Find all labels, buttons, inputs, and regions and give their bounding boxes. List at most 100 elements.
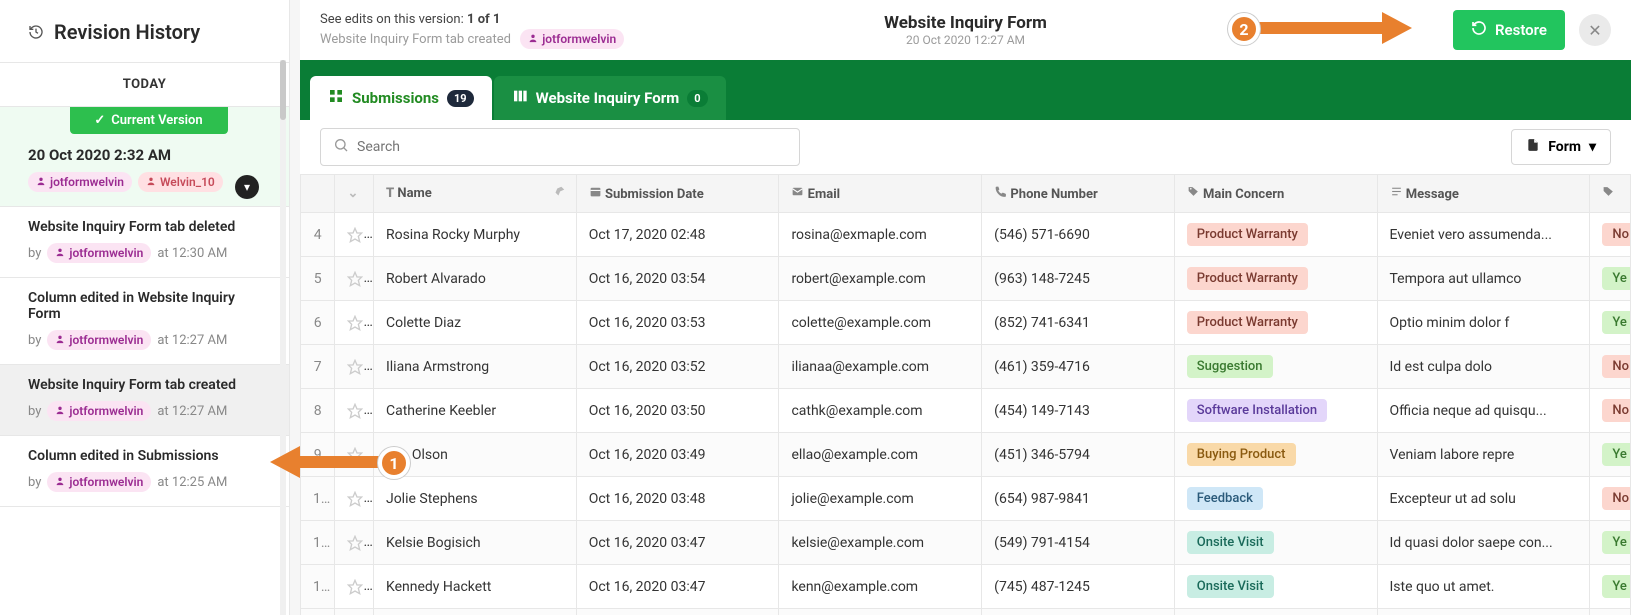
user-pill[interactable]: jotformwelvin [47,401,151,421]
cell-name: Owen Johnson [373,609,576,615]
cell-date: Oct 16, 2020 03:54 [576,257,779,301]
table-row[interactable]: 13 Owen Johnson Oct 16, 2020 03:46 owen@… [301,609,1631,615]
row-number: 8 [301,389,335,433]
cell-date: Oct 16, 2020 03:48 [576,477,779,521]
cell-date: Oct 17, 2020 02:48 [576,213,779,257]
cell-date: Oct 16, 2020 03:46 [576,609,779,615]
cell-phone: (461) 359-4716 [982,345,1175,389]
revision-by: by jotformwelvin at 12:30 AM [28,243,269,263]
extra-tag: Ye [1602,443,1630,466]
restore-button[interactable]: Restore [1453,10,1565,50]
table-row[interactable]: 11 Kelsie Bogisich Oct 16, 2020 03:47 ke… [301,521,1631,565]
table-row[interactable]: 8 Catherine Keebler Oct 16, 2020 03:50 c… [301,389,1631,433]
revision-item[interactable]: Website Inquiry Form tab deleted by jotf… [0,207,289,278]
user-pill[interactable]: Welvin_10 [138,172,223,192]
col-phone[interactable]: Phone Number [982,175,1175,213]
revision-item[interactable]: Website Inquiry Form tab created by jotf… [0,365,289,436]
concern-tag: Onsite Visit [1187,575,1274,598]
col-name[interactable]: T Name [373,175,576,213]
pin-icon[interactable] [552,185,566,203]
cell-date: Oct 16, 2020 03:50 [576,389,779,433]
col-extra[interactable] [1590,175,1631,213]
mail-icon [791,187,804,202]
by-label: by [28,475,41,490]
extra-tag: Ye [1602,531,1630,554]
revision-item[interactable]: Column edited in Website Inquiry Form by… [0,278,289,365]
col-concern[interactable]: Main Concern [1174,175,1377,213]
table-row[interactable]: 12 Kennedy Hackett Oct 16, 2020 03:47 ke… [301,565,1631,609]
cell-name: Jolie Stephens [373,477,576,521]
cell-phone: (745) 487-1245 [982,565,1175,609]
user-pill[interactable]: jotformwelvin [47,472,151,492]
cell-concern: Product Warranty [1174,301,1377,345]
tab-submissions[interactable]: Submissions 19 [310,76,492,120]
table-row[interactable]: 5 Robert Alvarado Oct 16, 2020 03:54 rob… [301,257,1631,301]
sidebar-scrollbar[interactable] [280,60,286,615]
cell-email: jolie@example.com [779,477,982,521]
cell-message: Tempora aut ullamco [1377,257,1590,301]
col-label: Phone Number [1010,187,1097,202]
revision-title: Column edited in Website Inquiry Form [28,290,269,322]
collapse-button[interactable]: ▾ [235,175,259,199]
cell-concern: Onsite Visit [1174,521,1377,565]
star-cell[interactable] [335,301,374,345]
concern-tag: Feedback [1187,487,1263,510]
cell-extra: No [1590,609,1631,615]
search-input[interactable] [357,139,787,155]
col-email[interactable]: Email [779,175,982,213]
star-cell[interactable] [335,477,374,521]
table-row[interactable]: 6 Colette Diaz Oct 16, 2020 03:53 colett… [301,301,1631,345]
user-pill[interactable]: jotformwelvin [47,330,151,350]
col-label: Name [397,186,431,201]
table-body: 4 Rosina Rocky Murphy Oct 17, 2020 02:48… [301,213,1631,615]
user-pill[interactable]: jotformwelvin [28,172,132,192]
star-cell[interactable] [335,609,374,615]
top-header: See edits on this version: 1 of 1 Websit… [300,0,1631,60]
at-label: at 12:27 AM [157,333,227,348]
user-pill[interactable]: jotformwelvin [520,29,624,49]
row-number: 12 [301,565,335,609]
star-cell[interactable] [335,389,374,433]
star-cell[interactable] [335,521,374,565]
at-label: at 12:25 AM [157,475,227,490]
user-pill[interactable]: jotformwelvin [47,243,151,263]
col-message[interactable]: Message [1377,175,1590,213]
close-button[interactable]: ✕ [1579,14,1611,46]
table-row[interactable]: 9 Ella Olson Oct 16, 2020 03:49 ellao@ex… [301,433,1631,477]
close-icon: ✕ [1588,21,1601,40]
star-icon [347,271,363,287]
star-icon [347,227,363,243]
star-cell[interactable] [335,257,374,301]
col-date[interactable]: Submission Date [576,175,779,213]
tab-website-inquiry[interactable]: Website Inquiry Form 0 [494,76,726,120]
search-box[interactable] [320,128,800,166]
revision-by: by jotformwelvin at 12:27 AM [28,330,269,350]
restore-label: Restore [1495,21,1547,39]
star-cell[interactable] [335,345,374,389]
cell-phone: (654) 987-9841 [982,477,1175,521]
concern-tag: Software Installation [1187,399,1327,422]
row-number-header[interactable] [301,175,335,213]
star-header[interactable]: ⌄ [335,175,374,213]
star-cell[interactable] [335,565,374,609]
chevron-down-icon: ⌄ [347,186,358,201]
row-number: 7 [301,345,335,389]
grid-icon [328,88,344,108]
cell-date: Oct 16, 2020 03:47 [576,565,779,609]
table-row[interactable]: 10 Jolie Stephens Oct 16, 2020 03:48 jol… [301,477,1631,521]
cell-extra: No [1590,477,1631,521]
revision-item[interactable]: Column edited in Submissions by jotformw… [0,436,289,507]
table-row[interactable]: 4 Rosina Rocky Murphy Oct 17, 2020 02:48… [301,213,1631,257]
cell-phone: (852) 741-6341 [982,301,1175,345]
at-label: at 12:27 AM [157,404,227,419]
tag-icon [1602,187,1615,202]
extra-tag: No [1602,487,1630,510]
header-center: Website Inquiry Form 20 Oct 2020 12:27 A… [884,13,1047,47]
col-label: Main Concern [1203,187,1284,202]
cell-extra: No [1590,213,1631,257]
form-dropdown[interactable]: Form ▾ [1511,129,1611,165]
person-icon [528,32,538,46]
table-row[interactable]: 7 Iliana Armstrong Oct 16, 2020 03:52 il… [301,345,1631,389]
concern-tag: Onsite Visit [1187,531,1274,554]
star-cell[interactable] [335,213,374,257]
